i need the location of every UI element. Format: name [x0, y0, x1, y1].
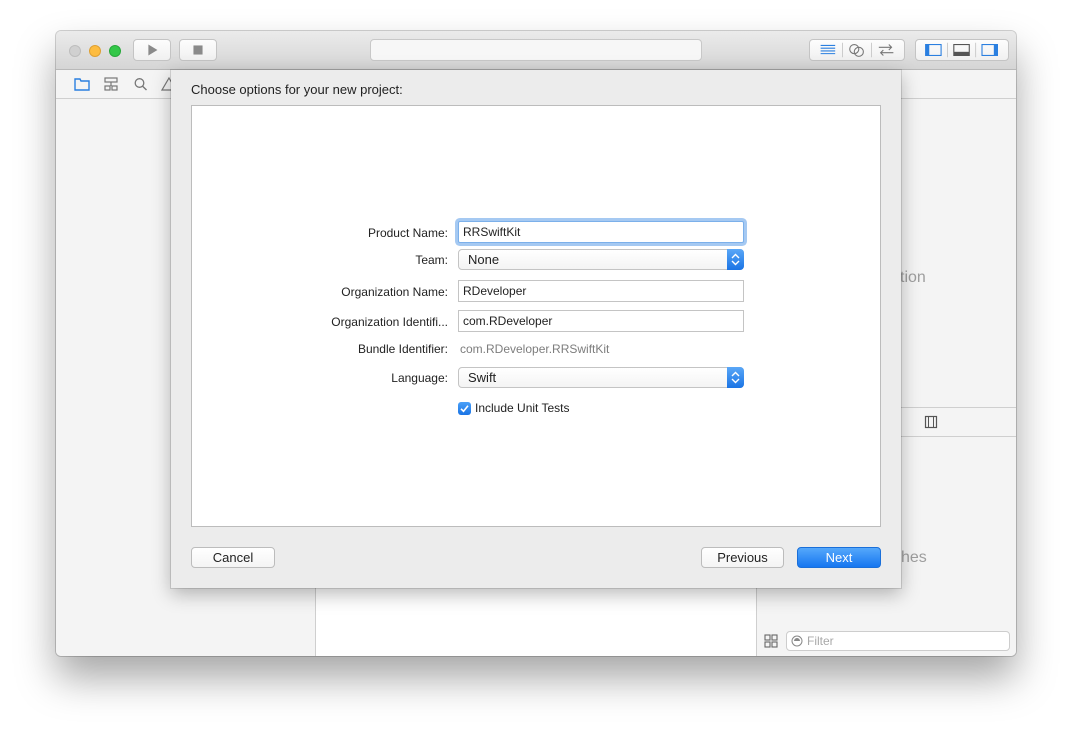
cancel-button[interactable]: Cancel — [191, 547, 275, 568]
language-popup-stepper — [727, 367, 744, 388]
team-label: Team: — [415, 253, 448, 267]
organization-name-field[interactable] — [458, 280, 744, 302]
options-panel: Product Name: Team: None Organization Na… — [191, 105, 881, 527]
chevron-up-down-icon — [731, 371, 740, 384]
include-unit-tests-label[interactable]: Include Unit Tests — [475, 401, 570, 415]
zoom-window-button[interactable] — [109, 45, 121, 57]
panel-toggle-icons — [925, 42, 998, 58]
stop-button[interactable] — [179, 39, 217, 61]
folder-icon[interactable] — [74, 77, 90, 91]
run-button[interactable] — [133, 39, 171, 61]
filter-bar: Filter — [757, 628, 1016, 656]
stop-icon — [193, 45, 203, 55]
include-unit-tests-checkbox[interactable] — [458, 402, 471, 415]
product-name-label: Product Name: — [367, 226, 448, 240]
close-window-button[interactable] — [69, 45, 81, 57]
panel-toggle-segmented-control — [915, 39, 1009, 61]
checkmark-icon — [460, 405, 469, 413]
filter-placeholder: Filter — [807, 634, 834, 648]
team-popup-stepper — [727, 249, 744, 270]
grid-view-icon[interactable] — [764, 634, 778, 648]
bundle-identifier-label: Bundle Identifier: — [357, 342, 448, 356]
editor-mode-icons — [820, 42, 894, 58]
organization-identifier-field[interactable] — [458, 310, 744, 332]
next-button[interactable]: Next — [797, 547, 881, 568]
team-popup[interactable]: None — [458, 249, 744, 270]
play-icon — [148, 44, 158, 56]
minimize-window-button[interactable] — [89, 45, 101, 57]
activity-viewer — [370, 39, 702, 61]
previous-button[interactable]: Previous — [701, 547, 784, 568]
filter-icon — [791, 635, 803, 647]
language-value: Swift — [468, 370, 497, 385]
hierarchy-icon[interactable] — [103, 77, 119, 91]
language-label: Language: — [391, 371, 448, 385]
filter-input[interactable]: Filter — [786, 631, 1010, 651]
product-name-field[interactable] — [458, 221, 744, 243]
organization-name-label: Organization Name: — [341, 285, 448, 299]
team-value: None — [468, 252, 500, 267]
organization-identifier-label: Organization Identifi... — [331, 315, 448, 329]
language-popup[interactable]: Swift — [458, 367, 744, 388]
titlebar — [56, 31, 1016, 70]
bundle-identifier-value: com.RDeveloper.RRSwiftKit — [460, 342, 610, 356]
search-icon[interactable] — [133, 77, 149, 91]
editor-mode-segmented-control — [809, 39, 905, 61]
chevron-up-down-icon — [731, 253, 740, 266]
library-icon[interactable] — [924, 415, 938, 429]
sheet-title: Choose options for your new project: — [191, 82, 403, 97]
new-project-options-sheet: Choose options for your new project: Pro… — [171, 70, 901, 588]
